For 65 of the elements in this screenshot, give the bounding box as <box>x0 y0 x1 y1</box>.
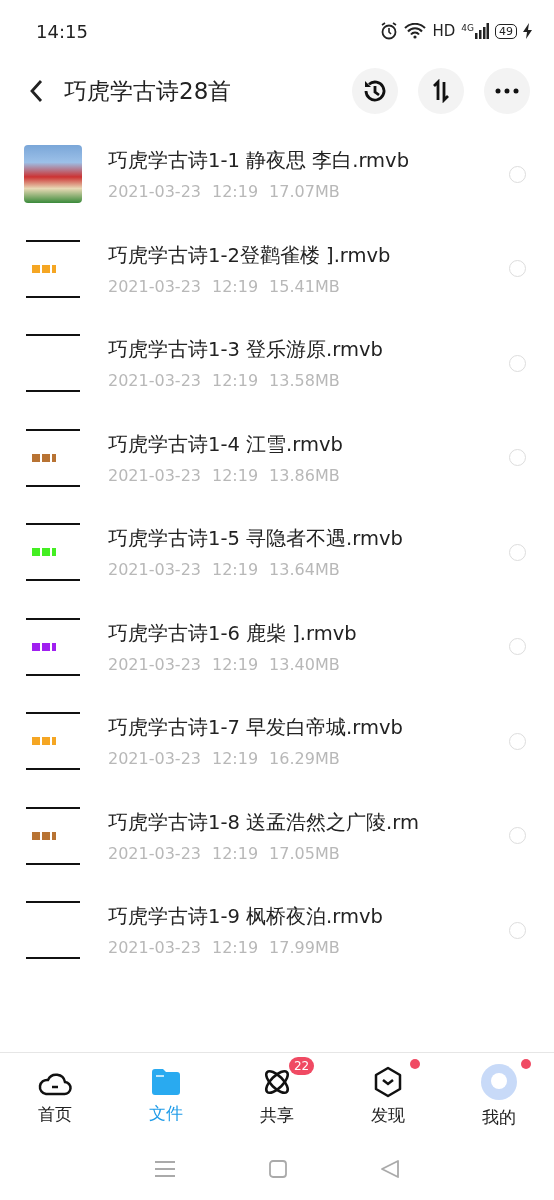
file-date: 2021-03-23 <box>108 654 201 674</box>
file-size: 17.07MB <box>269 182 340 202</box>
notification-count: 22 <box>289 1057 315 1075</box>
file-name: 巧虎学古诗1-6 鹿柴 ].rmvb <box>108 620 358 647</box>
file-time: 12:19 <box>212 276 259 296</box>
file-name: 巧虎学古诗1-9 枫桥夜泊.rmvb <box>108 904 384 931</box>
signal-icon <box>475 23 489 39</box>
file-date: 2021-03-23 <box>108 182 201 202</box>
file-date: 2021-03-23 <box>108 465 201 485</box>
charging-icon <box>523 23 532 39</box>
back-icon[interactable] <box>380 1159 400 1179</box>
file-size: 16.29MB <box>269 749 340 769</box>
file-time: 12:19 <box>212 182 259 202</box>
network-label: HD <box>432 22 456 40</box>
file-size: 13.58MB <box>269 371 340 391</box>
file-time: 12:19 <box>212 465 259 485</box>
status-time: 14:15 <box>36 20 88 42</box>
folder-icon <box>150 1067 183 1096</box>
battery-level: 49 <box>495 23 517 39</box>
hexagon-icon <box>372 1065 403 1098</box>
file-time: 12:19 <box>212 654 259 674</box>
file-date: 2021-03-23 <box>108 749 201 769</box>
nav-tab[interactable]: 发现 <box>332 1053 444 1139</box>
file-size: 15.41MB <box>269 276 340 296</box>
file-name: 巧虎学古诗1-2登鹳雀楼 ].rmvb <box>108 242 392 269</box>
file-date: 2021-03-23 <box>108 843 201 863</box>
file-date: 2021-03-23 <box>108 276 201 296</box>
file-date: 2021-03-23 <box>108 938 201 958</box>
file-date: 2021-03-23 <box>108 371 201 391</box>
nav-tab[interactable]: 首页 <box>0 1053 111 1139</box>
avatar-icon <box>480 1063 517 1100</box>
file-size: 13.86MB <box>269 465 340 485</box>
file-name: 巧虎学古诗1-4 江雪.rmvb <box>108 431 344 458</box>
file-size: 13.40MB <box>269 654 340 674</box>
file-date: 2021-03-23 <box>108 560 201 580</box>
alarm-icon <box>380 22 399 40</box>
file-time: 12:19 <box>212 843 259 863</box>
folder-title: 巧虎学古诗28首 <box>64 76 233 106</box>
file-time: 12:19 <box>212 749 259 769</box>
photo-placeholder <box>24 145 82 204</box>
menu-icon[interactable] <box>154 1160 176 1178</box>
file-name: 巧虎学古诗1-1 静夜思 李白.rmvb <box>108 148 411 175</box>
file-name: 巧虎学古诗1-8 送孟浩然之广陵.rm <box>108 809 420 836</box>
file-name: 巧虎学古诗1-5 寻隐者不遇.rmvb <box>108 526 404 553</box>
home-icon[interactable] <box>268 1159 288 1179</box>
file-size: 17.99MB <box>269 938 340 958</box>
sort-button[interactable] <box>418 68 464 114</box>
file-name: 巧虎学古诗1-3 登乐游原.rmvb <box>108 337 384 364</box>
history-button[interactable] <box>352 68 398 114</box>
file-time: 12:19 <box>212 560 259 580</box>
video-thumbnail <box>24 334 82 393</box>
file-time: 12:19 <box>212 938 259 958</box>
nav-tab[interactable]: 共享 22 <box>221 1053 333 1139</box>
file-size: 13.64MB <box>269 560 340 580</box>
history-icon <box>362 78 388 104</box>
nav-tab[interactable]: 我的 <box>443 1053 554 1139</box>
cell-type-label: 4G <box>461 23 474 33</box>
wifi-icon <box>404 23 427 39</box>
file-size: 17.05MB <box>269 843 340 863</box>
more-button[interactable] <box>484 68 530 114</box>
file-time: 12:19 <box>212 371 259 391</box>
more-icon <box>495 88 519 94</box>
video-thumbnail <box>24 901 82 960</box>
back-icon <box>29 79 43 103</box>
file-name: 巧虎学古诗1-7 早发白帝城.rmvb <box>108 715 404 742</box>
